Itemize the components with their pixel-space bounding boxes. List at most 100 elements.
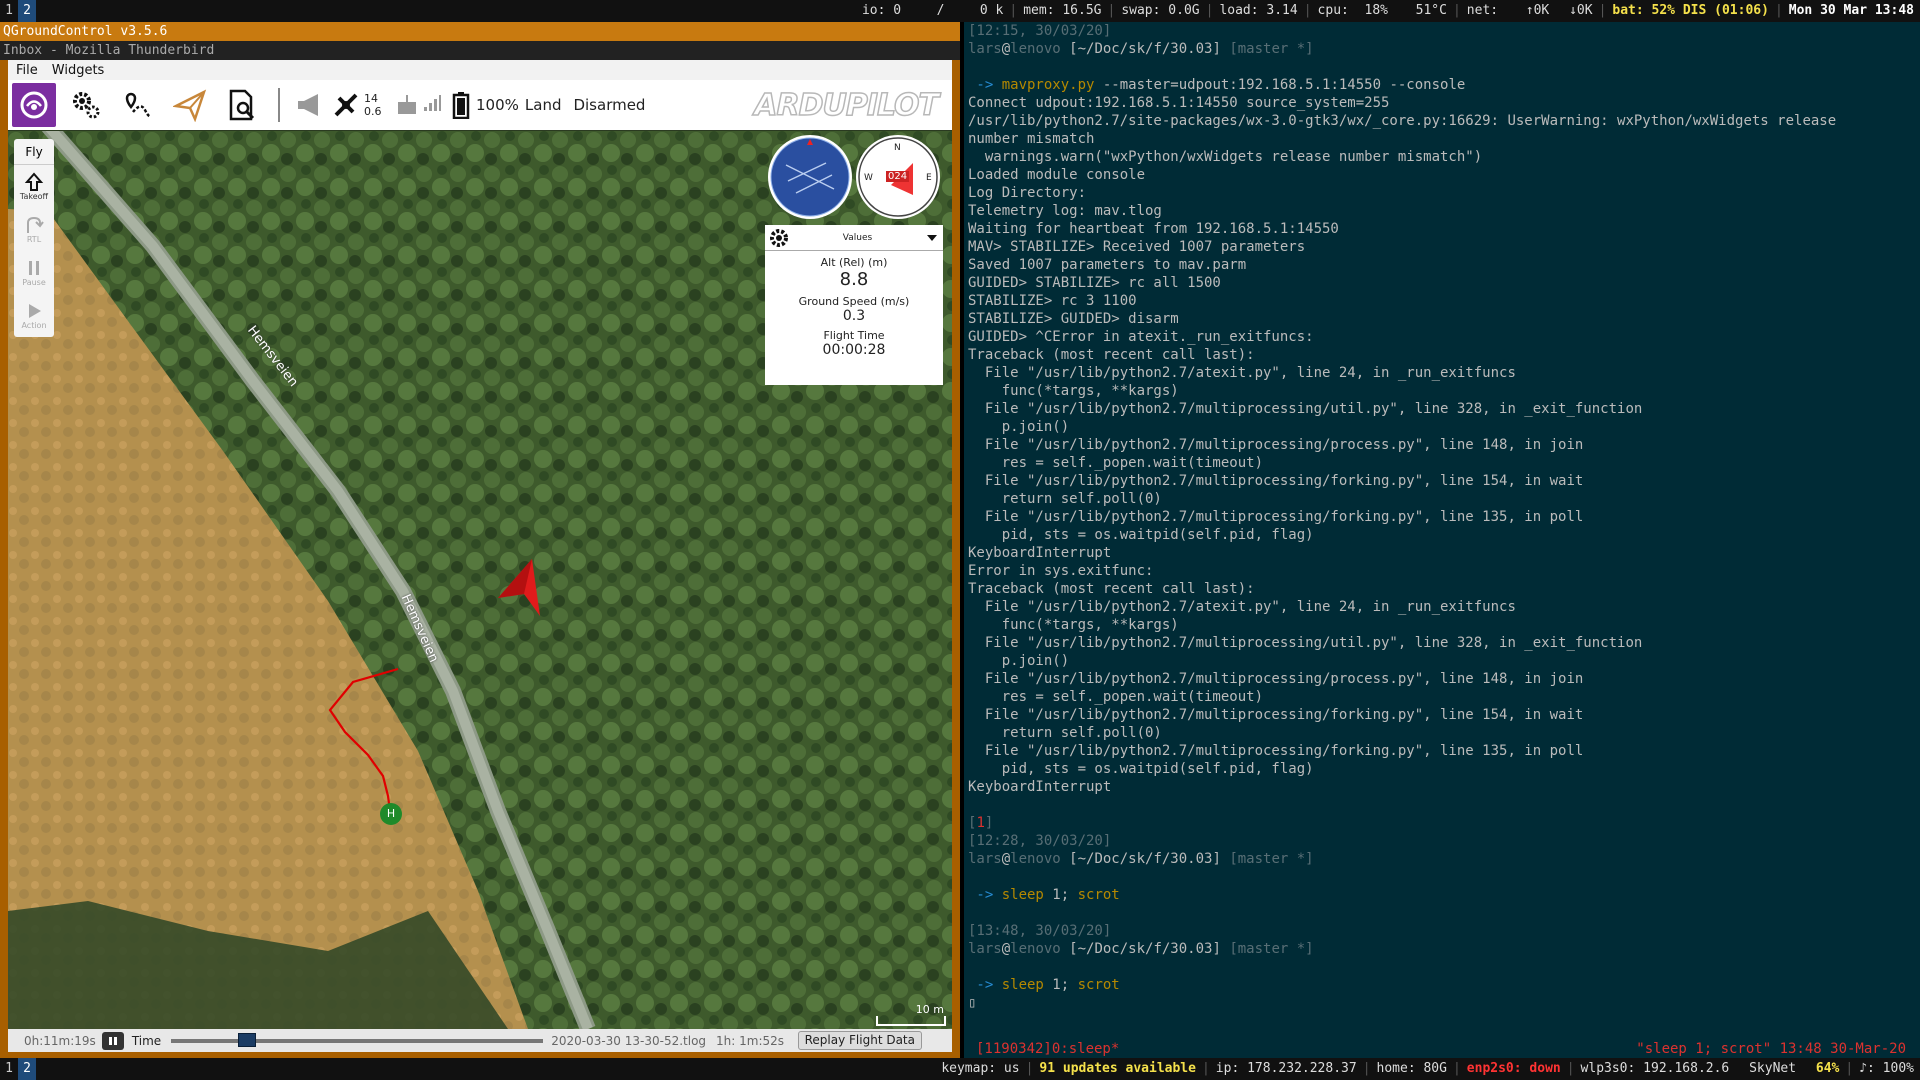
replay-slider[interactable] [171, 1032, 544, 1047]
flight-mode[interactable]: Land [525, 96, 562, 114]
wifi-stat: wlp3s0: 192.168.2.6 [1580, 1061, 1730, 1076]
terminal-text: GUIDED> STABILIZE> rc all 1500 [968, 275, 1221, 291]
workspace-2[interactable]: 2 [18, 0, 36, 22]
terminal-text: 1; [1043, 887, 1078, 903]
takeoff-icon [24, 172, 44, 191]
qgc-home-button[interactable] [12, 83, 56, 127]
replay-pause-button[interactable] [101, 1031, 124, 1050]
rc-indicator[interactable] [392, 82, 422, 128]
messages-indicator[interactable] [290, 82, 328, 128]
takeoff-button[interactable]: Takeoff [14, 165, 54, 208]
terminal-line: return self.poll(0) [964, 724, 1920, 742]
terminal-line: File "/usr/lib/python2.7/atexit.py", lin… [964, 364, 1920, 382]
terminal-text: lars [968, 851, 1002, 867]
terminal-line: p.join() [964, 418, 1920, 436]
plan-button[interactable] [112, 82, 164, 128]
terminal-text: File "/usr/lib/python2.7/atexit.py", lin… [968, 599, 1516, 615]
pause-button[interactable]: Pause [14, 251, 54, 294]
tmux-window-list[interactable]: [1190342]0:sleep* [976, 1040, 1119, 1058]
terminal-text: sleep [1001, 887, 1044, 903]
terminal-text: Error in sys.exitfunc: [968, 563, 1154, 579]
terminal-text: File "/usr/lib/python2.7/atexit.py", lin… [968, 365, 1516, 381]
ardupilot-logo: ARDUPILOT [754, 87, 940, 124]
terminal-text: [12:28, 30/03/20] [968, 833, 1112, 849]
terminal-text: [master *] [1229, 41, 1314, 57]
menu-widgets[interactable]: Widgets [52, 63, 105, 78]
terminal-line: STABILIZE> rc 3 1100 [964, 292, 1920, 310]
terminal-line: [13:48, 30/03/20] [964, 922, 1920, 940]
arm-status[interactable]: Disarmed [573, 96, 645, 114]
workspace-1-bottom[interactable]: 1 [0, 1058, 18, 1080]
terminal-text: sleep [1001, 977, 1044, 993]
rtl-button[interactable]: RTL [14, 208, 54, 251]
menu-file[interactable]: File [16, 63, 38, 78]
terminal-text: func(*targs, **kargs) [968, 383, 1179, 399]
scale-label: 10 m [915, 1003, 944, 1016]
io-sep: / [936, 3, 945, 18]
terminal-text: pid, sts = os.waitpid(self.pid, flag) [968, 761, 1314, 777]
terminal-text: /usr/lib/python2.7/site-packages/wx-3.0-… [968, 113, 1837, 129]
terminal-text: scrot [1077, 977, 1120, 993]
terminal-text: Traceback (most recent call last): [968, 581, 1255, 597]
sat-count: 14 [364, 92, 378, 105]
terminal-text: File "/usr/lib/python2.7/multiprocessing… [968, 707, 1584, 723]
analyze-button[interactable] [216, 82, 268, 128]
action-button[interactable]: Action [14, 294, 54, 337]
fly-button[interactable] [164, 82, 216, 128]
settings-button[interactable] [60, 82, 112, 128]
terminal-line: res = self._popen.wait(timeout) [964, 454, 1920, 472]
terminal-line: lars@lenovo [~/Doc/sk/f/30.03] [master *… [964, 40, 1920, 58]
action-label: Action [21, 321, 47, 330]
replay-flight-data-button[interactable]: Replay Flight Data [797, 1031, 922, 1050]
tmux-status-bar: [1190342]0:sleep* "sleep 1; scrot" 13:48… [964, 1040, 1920, 1058]
terminal-text: File "/usr/lib/python2.7/multiprocessing… [968, 437, 1584, 453]
terminal-text: ▯ [968, 995, 977, 1011]
terminal-line: Saved 1007 parameters to mav.parm [964, 256, 1920, 274]
workspace-1[interactable]: 1 [0, 0, 18, 22]
gps-indicator[interactable] [328, 82, 364, 128]
volume-stat: ♪: 100% [1859, 1061, 1914, 1076]
terminal-text: mavproxy.py [1001, 77, 1095, 93]
gear-icon[interactable] [768, 227, 790, 249]
gears-icon [73, 92, 100, 119]
terminal-text: lenovo [1010, 941, 1061, 957]
terminal-line: lars@lenovo [~/Doc/sk/f/30.03] [master *… [964, 940, 1920, 958]
terminal-line: KeyboardInterrupt [964, 778, 1920, 796]
pause-icon [108, 1036, 117, 1045]
workspace-2-bottom[interactable]: 2 [18, 1058, 36, 1080]
terminal-line: File "/usr/lib/python2.7/multiprocessing… [964, 670, 1920, 688]
values-widget: Values Alt (Rel) (m) 8.8 Ground Speed (m… [765, 225, 943, 385]
terminal-line: Traceback (most recent call last): [964, 580, 1920, 598]
net-up: ↑0K [1525, 3, 1550, 18]
map-view[interactable]: Hemsveien Hemsveien H Fly Takeoff RTL Pa… [8, 131, 952, 1029]
terminal-line: -> sleep 1; scrot [964, 886, 1920, 904]
battery-icon [452, 92, 470, 119]
signal-indicator[interactable] [422, 93, 446, 117]
terminal-line: [12:15, 30/03/20] [964, 22, 1920, 40]
home-marker-label: H [386, 807, 396, 820]
vehicle-arrow-icon[interactable] [494, 556, 544, 618]
battery-indicator[interactable] [446, 82, 476, 128]
terminal-line: File "/usr/lib/python2.7/multiprocessing… [964, 508, 1920, 526]
qgc-toolbar: 14 0.6 100% Land Disarmed ARDUPILOT [8, 80, 952, 151]
terminal-window[interactable]: [12:15, 30/03/20] lars@lenovo [~/Doc/sk/f… [964, 22, 1920, 1058]
menu-bar: File Widgets [8, 60, 952, 80]
terminal-text: File "/usr/lib/python2.7/multiprocessing… [968, 509, 1584, 525]
secondary-window-title[interactable]: Inbox - Mozilla Thunderbird [0, 41, 960, 60]
terminal-text: @ [1001, 851, 1011, 867]
satellite-icon [334, 93, 358, 117]
terminal-line: File "/usr/lib/python2.7/multiprocessing… [964, 706, 1920, 724]
terminal-text: warnings.warn("wxPython/wxWidgets releas… [968, 149, 1483, 165]
home-marker[interactable]: H [380, 803, 402, 825]
system-status: io: 0 / 0 k | mem: 16.5G | swap: 0.0G | load: … [862, 0, 1914, 22]
terminal-text: res = self._popen.wait(timeout) [968, 689, 1264, 705]
terminal-text: [~/Doc/sk/f/30.03] [1060, 851, 1230, 867]
chevron-down-icon[interactable] [925, 233, 939, 243]
fly-tool-strip: Fly Takeoff RTL Pause Action [14, 139, 54, 337]
top-status-bar: 1 2 io: 0 / 0 k | mem: 16.5G | swap: 0.0G | lo… [0, 0, 1920, 22]
terminal-text: File "/usr/lib/python2.7/multiprocessing… [968, 401, 1643, 417]
replay-slider-thumb[interactable] [238, 1032, 257, 1047]
